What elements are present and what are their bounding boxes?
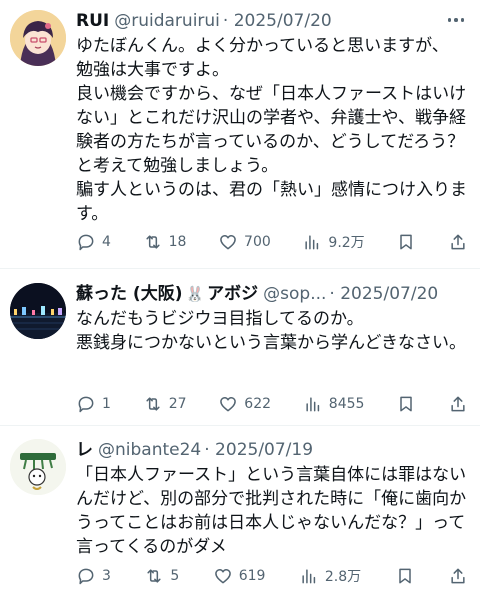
bookmark-icon — [400, 234, 413, 250]
display-name[interactable]: 蘇った (大阪) — [76, 283, 182, 305]
share-icon — [451, 396, 465, 412]
like-icon — [220, 235, 236, 250]
reply-button[interactable]: 4 — [76, 232, 111, 252]
views-icon — [305, 235, 319, 250]
retweet-icon — [147, 569, 161, 583]
reply-count: 1 — [102, 396, 111, 412]
reply-icon — [78, 568, 94, 585]
reply-icon — [78, 396, 94, 413]
share-icon — [451, 234, 465, 250]
tweet-date[interactable]: · 2025/07/20 — [223, 10, 332, 32]
views-button[interactable]: 9.2万 — [302, 232, 365, 252]
avatar[interactable] — [10, 439, 66, 495]
like-button[interactable]: 622 — [218, 394, 271, 414]
share-button[interactable] — [448, 394, 468, 414]
tweet-text: 「日本人ファースト」という言葉自体には罪はないんだけど、別の部分で批判された時に… — [76, 465, 467, 557]
tweet-header: RUI @ruidaruirui · 2025/07/20 — [76, 10, 468, 32]
views-icon — [306, 397, 319, 412]
retweet-icon — [145, 235, 160, 249]
tweet[interactable]: RUI @ruidaruirui · 2025/07/20 ゆたぼんくん。よく分… — [0, 0, 480, 268]
views-button[interactable]: 2.8万 — [299, 566, 361, 586]
retweet-button[interactable]: 5 — [144, 566, 179, 586]
bookmark-icon — [400, 396, 412, 412]
retweet-count: 18 — [168, 234, 187, 250]
retweet-icon — [146, 397, 160, 411]
name-emoji: 🐰 — [185, 285, 205, 303]
user-handle[interactable]: @nibante24 — [98, 439, 201, 461]
user-handle[interactable]: @ruidaruirui — [114, 10, 220, 32]
more-icon[interactable] — [444, 10, 468, 30]
like-count: 619 — [238, 568, 266, 584]
reply-button[interactable]: 1 — [76, 394, 111, 414]
tweet-header: 蘇った (大阪) 🐰 アボジ @sop... · 2025/07/20 — [76, 283, 468, 305]
action-bar: 1 27 622 8455 — [76, 394, 468, 414]
retweet-button[interactable]: 27 — [143, 394, 187, 414]
share-button[interactable] — [448, 566, 468, 586]
tweet-date[interactable]: · 2025/07/20 — [329, 283, 438, 305]
reply-count: 4 — [102, 234, 111, 250]
like-icon — [214, 569, 231, 584]
like-button[interactable]: 619 — [213, 566, 266, 586]
avatar[interactable] — [10, 283, 66, 339]
views-button[interactable]: 8455 — [303, 394, 365, 414]
tweet-header: レ @nibante24 · 2025/07/19 — [76, 439, 468, 461]
tweet[interactable]: 蘇った (大阪) 🐰 アボジ @sop... · 2025/07/20 なんだも… — [0, 269, 480, 425]
action-bar: 3 5 619 2.8万 — [76, 566, 468, 586]
reply-icon — [78, 234, 94, 251]
bookmark-button[interactable] — [395, 566, 415, 586]
tweet[interactable]: レ @nibante24 · 2025/07/19 「日本人ファースト」という言… — [0, 426, 480, 599]
avatar[interactable] — [10, 10, 66, 66]
like-count: 700 — [244, 234, 271, 250]
views-count: 9.2万 — [328, 235, 365, 251]
tweet-text: なんだもうビジウヨ目指してるのか。 悪銭身につかないという言葉から学んどきなさい… — [76, 309, 466, 353]
views-count: 2.8万 — [324, 569, 362, 585]
bookmark-icon — [398, 568, 411, 584]
share-icon — [451, 568, 465, 584]
display-name-tail[interactable]: アボジ — [207, 283, 258, 305]
retweet-count: 5 — [170, 568, 180, 584]
bookmark-button[interactable] — [396, 232, 416, 252]
display-name[interactable]: RUI — [76, 10, 109, 32]
like-icon — [220, 397, 237, 412]
like-button[interactable]: 700 — [218, 232, 271, 252]
action-bar: 4 18 700 9.2万 — [76, 232, 468, 252]
avatar-illustration — [10, 10, 66, 66]
avatar-illustration — [10, 439, 66, 495]
avatar-photo — [10, 283, 66, 339]
share-button[interactable] — [448, 232, 468, 252]
like-count: 622 — [244, 396, 272, 412]
views-count: 8455 — [328, 396, 365, 412]
retweet-button[interactable]: 18 — [143, 232, 187, 252]
views-icon — [302, 569, 316, 584]
reply-count: 3 — [102, 568, 111, 584]
tweet-date[interactable]: · 2025/07/19 — [204, 439, 313, 461]
retweet-count: 27 — [168, 396, 187, 412]
user-handle[interactable]: @sop... — [263, 283, 326, 305]
reply-button[interactable]: 3 — [76, 566, 111, 586]
bookmark-button[interactable] — [396, 394, 416, 414]
tweet-text: ゆたぼんくん。よく分かっていると思いますが、 勉強は大事ですよ。 良い機会ですか… — [76, 36, 467, 224]
display-name[interactable]: レ — [76, 439, 93, 461]
